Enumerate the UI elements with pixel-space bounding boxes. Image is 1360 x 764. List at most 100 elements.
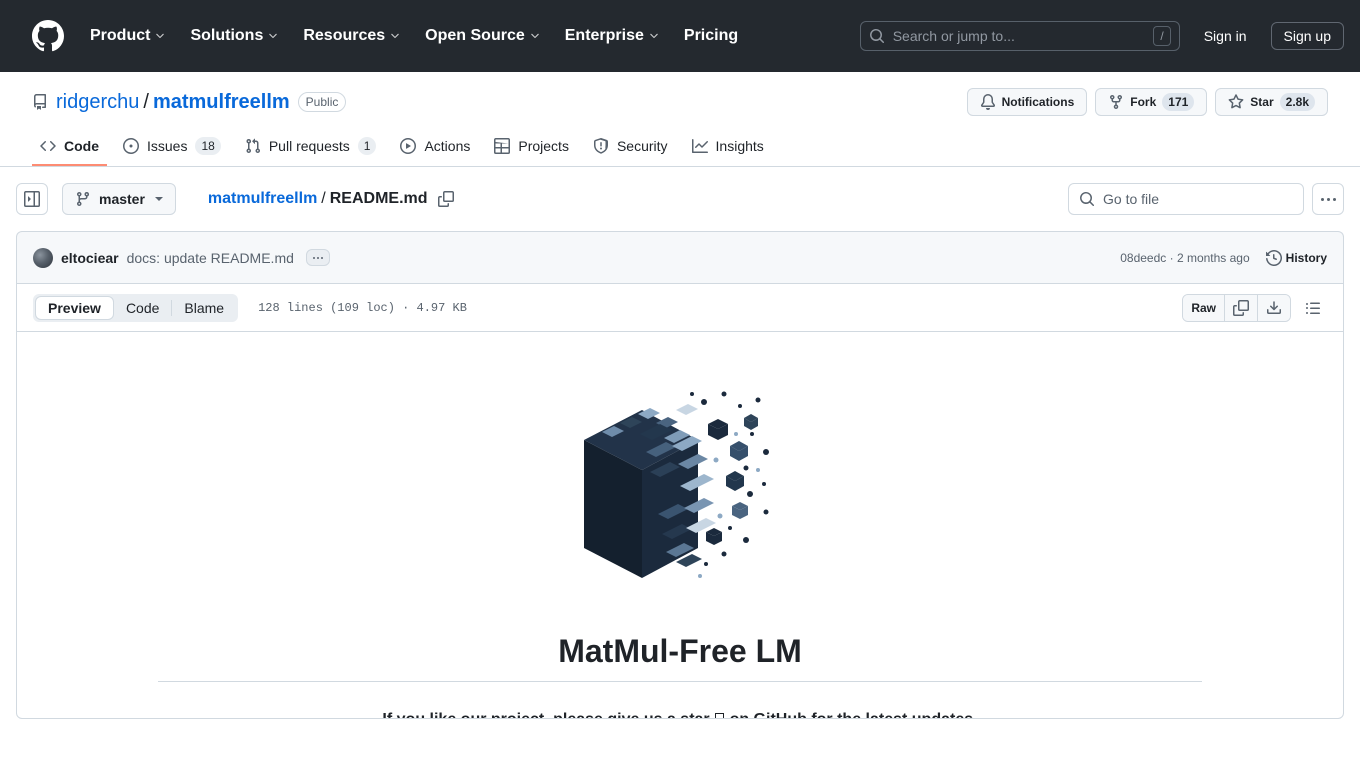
star-count: 2.8k xyxy=(1279,93,1315,111)
list-unordered-icon[interactable] xyxy=(1299,294,1327,322)
tab-label: Pull requests xyxy=(268,138,350,154)
tab-preview[interactable]: Preview xyxy=(35,295,114,320)
nav-item-label: Pricing xyxy=(683,26,739,44)
readme-heading: MatMul-Free LM xyxy=(558,633,802,669)
issue-opened-icon xyxy=(123,138,139,154)
chevron-down-icon xyxy=(648,30,660,42)
sign-in-link[interactable]: Sign in xyxy=(1196,23,1255,49)
tab-code[interactable]: Code xyxy=(114,296,171,320)
tab-actions[interactable]: Actions xyxy=(392,132,478,166)
file-view-tabs: Preview Code Blame xyxy=(33,293,239,322)
readme-content: MatMul-Free LM If you like our project, … xyxy=(17,332,1343,718)
nav-item-enterprise[interactable]: Enterprise xyxy=(555,19,670,53)
fork-button[interactable]: Fork 171 xyxy=(1095,88,1208,116)
history-icon xyxy=(1265,249,1282,266)
git-pull-request-icon xyxy=(245,138,261,154)
nav-item-pricing[interactable]: Pricing xyxy=(674,19,748,53)
file-stats: 128 lines (109 loc) · 4.97 KB xyxy=(258,300,467,315)
tab-security[interactable]: Security xyxy=(585,132,676,166)
nav-item-open-source[interactable]: Open Source xyxy=(415,19,551,53)
matmul-free-lm-cube-logo xyxy=(580,372,780,587)
history-link[interactable]: History xyxy=(1265,249,1327,266)
tab-label: Insights xyxy=(715,138,764,154)
tab-issues[interactable]: Issues 18 xyxy=(115,131,229,167)
tab-projects[interactable]: Projects xyxy=(486,132,577,166)
star-label: Star xyxy=(1250,95,1274,109)
nav-item-product[interactable]: Product xyxy=(80,19,176,53)
tab-pull-requests[interactable]: Pull requests 1 xyxy=(237,131,385,167)
dot xyxy=(1326,197,1330,201)
commit-sha-and-time[interactable]: 08deedc · 2 months ago xyxy=(1120,251,1249,265)
file-action-group: Raw xyxy=(1182,293,1291,322)
tab-count: 1 xyxy=(357,137,377,155)
chevron-down-icon xyxy=(154,30,166,42)
fork-icon xyxy=(1108,94,1124,110)
bell-icon xyxy=(980,94,996,110)
tab-insights[interactable]: Insights xyxy=(684,132,772,166)
global-nav: Product Solutions Resources Open Source … xyxy=(80,19,748,53)
notifications-button[interactable]: Notifications xyxy=(966,88,1088,116)
history-label: History xyxy=(1285,250,1327,265)
tab-count: 18 xyxy=(195,137,221,155)
tab-blame[interactable]: Blame xyxy=(172,296,236,320)
tab-code[interactable]: Code xyxy=(32,132,107,166)
copy-icon[interactable] xyxy=(1225,294,1258,321)
commit-row-right: 08deedc · 2 months ago History xyxy=(1120,249,1327,266)
tab-label: Code xyxy=(64,138,99,154)
github-mark-icon[interactable] xyxy=(32,19,64,52)
download-icon[interactable] xyxy=(1258,294,1290,321)
dot xyxy=(312,256,315,259)
file-view-header: Preview Code Blame 128 lines (109 loc) ·… xyxy=(17,284,1343,332)
search-placeholder: Search or jump to... xyxy=(892,27,1015,44)
nav-item-resources[interactable]: Resources xyxy=(293,19,411,53)
search-shortcut-badge: / xyxy=(1153,25,1171,46)
chevron-down-icon xyxy=(389,30,401,42)
go-to-file-placeholder: Go to file xyxy=(1103,191,1160,207)
file-toolbar-right: Go to file xyxy=(1068,183,1344,215)
branch-selector[interactable]: master xyxy=(62,183,176,215)
dot xyxy=(316,256,319,259)
breadcrumb-current-file: README.md xyxy=(329,190,428,207)
repo-tabs: Code Issues 18 Pull requests 1 Actions P… xyxy=(32,130,1328,166)
dot xyxy=(1332,197,1336,201)
nav-item-label: Solutions xyxy=(190,26,264,44)
table-icon xyxy=(494,138,511,154)
global-header-right: Search or jump to... / Sign in Sign up xyxy=(859,20,1344,51)
graph-icon xyxy=(691,138,708,154)
raw-button[interactable]: Raw xyxy=(1183,294,1225,321)
star-button[interactable]: Star 2.8k xyxy=(1215,88,1328,116)
repo-name-link[interactable]: matmulfreellm xyxy=(153,91,290,114)
commit-details-ellipsis[interactable] xyxy=(305,249,330,266)
latest-commit-row: eltociear docs: update README.md 08deedc… xyxy=(16,231,1344,283)
go-to-file-input[interactable]: Go to file xyxy=(1068,183,1304,215)
repo-actions: Notifications Fork 171 Star 2.8k xyxy=(966,88,1328,116)
breadcrumb-root-link[interactable]: matmulfreellm xyxy=(208,190,317,208)
file-toolbar: master matmulfreellm / README.md Go to f… xyxy=(0,167,1360,231)
commit-author-link[interactable]: eltociear xyxy=(61,250,119,266)
avatar[interactable] xyxy=(33,247,53,268)
nav-item-label: Resources xyxy=(303,26,386,44)
sidebar-expand-icon[interactable] xyxy=(16,183,48,215)
notifications-label: Notifications xyxy=(1001,95,1075,109)
repo-header: ridgerchu / matmulfreellm Public Notific… xyxy=(0,72,1360,167)
code-icon xyxy=(40,138,56,154)
kebab-horizontal-icon[interactable] xyxy=(1312,183,1344,215)
repo-separator: / xyxy=(143,90,149,113)
fork-label: Fork xyxy=(1130,95,1157,109)
readme-paragraph-1: If you like our project, please give us … xyxy=(382,708,978,718)
star-emoji-glyph xyxy=(715,713,725,718)
chevron-down-icon xyxy=(529,30,541,42)
commit-message-link[interactable]: docs: update README.md xyxy=(127,250,294,266)
copy-path-icon[interactable] xyxy=(437,191,454,207)
repo-owner-link[interactable]: ridgerchu xyxy=(56,91,139,114)
sign-up-button[interactable]: Sign up xyxy=(1270,21,1344,50)
search-input[interactable]: Search or jump to... / xyxy=(859,20,1180,51)
chevron-down-icon xyxy=(154,197,163,201)
git-branch-icon xyxy=(75,191,91,207)
tab-label: Security xyxy=(616,138,668,154)
nav-item-solutions[interactable]: Solutions xyxy=(180,19,289,53)
breadcrumb-separator: / xyxy=(321,190,326,207)
star-icon xyxy=(1228,94,1244,110)
chevron-down-icon xyxy=(267,30,279,42)
tab-label: Issues xyxy=(147,138,188,154)
